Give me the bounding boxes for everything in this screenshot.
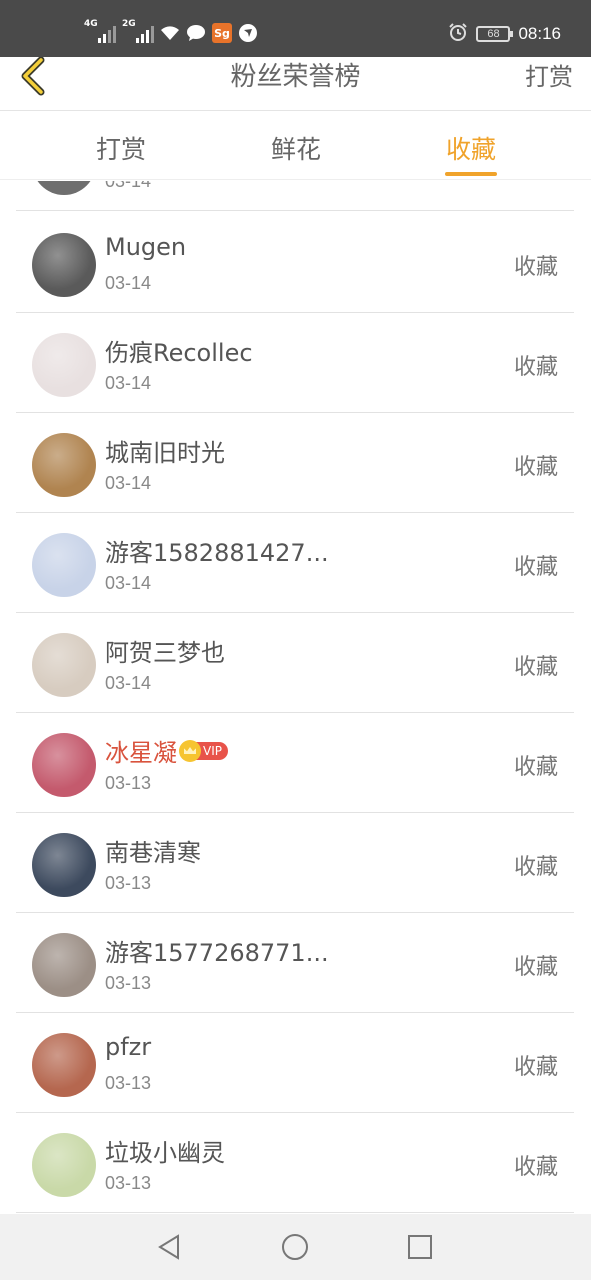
fan-list[interactable]: 03-14 Mugen 03-14 收藏 伤痕Recollec 03-14 收藏 城南旧时光… xyxy=(0,181,591,1214)
user-name-text: Mugen xyxy=(105,233,187,261)
item-action-label: 收藏 xyxy=(513,455,558,480)
user-name[interactable]: 阿贺三梦也 xyxy=(105,633,225,668)
item-action-label: 收藏 xyxy=(513,955,558,980)
nav-home-button[interactable] xyxy=(280,1232,310,1262)
signal-icon-2: 2G xyxy=(122,19,154,43)
list-item[interactable]: 冰星凝 VIP 03-13 收藏 xyxy=(16,713,574,813)
nav-back-button[interactable] xyxy=(154,1232,184,1262)
user-name-text: pfzr xyxy=(105,1033,152,1061)
item-action-label: 收藏 xyxy=(513,855,558,880)
avatar[interactable] xyxy=(32,733,96,797)
list-item[interactable]: pfzr 03-13 收藏 xyxy=(16,1013,574,1113)
item-date: 03-13 xyxy=(105,1073,152,1093)
user-name[interactable]: 游客1582881427... xyxy=(105,533,329,568)
list-item[interactable]: 阿贺三梦也 03-14 收藏 xyxy=(16,613,574,713)
item-date: 03-14 xyxy=(105,673,152,693)
user-name-text: 阿贺三梦也 xyxy=(105,639,225,667)
alarm-icon xyxy=(448,22,468,47)
item-date: 03-13 xyxy=(105,1173,152,1193)
list-item[interactable]: 游客1577268771... 03-13 收藏 xyxy=(16,913,574,1013)
avatar[interactable] xyxy=(32,833,96,897)
list-item[interactable]: Mugen 03-14 收藏 xyxy=(16,213,574,313)
list-item[interactable]: 游客1582881427... 03-14 收藏 xyxy=(16,513,574,613)
signal-label-2: 2G xyxy=(122,19,136,29)
item-action-label: 收藏 xyxy=(513,255,558,280)
back-triangle-icon xyxy=(158,1234,179,1260)
recents-square-icon xyxy=(408,1235,432,1259)
item-date: 03-14 xyxy=(105,473,152,493)
list-item[interactable]: 03-14 xyxy=(16,181,574,211)
avatar[interactable] xyxy=(32,1133,96,1197)
avatar[interactable] xyxy=(32,233,96,297)
tab-flowers[interactable]: 鲜花 xyxy=(270,130,322,170)
item-date: 03-13 xyxy=(105,973,152,993)
item-action-label: 收藏 xyxy=(513,1155,558,1180)
message-icon xyxy=(186,23,206,43)
signal-icon: 4G xyxy=(84,19,116,43)
signal-label: 4G xyxy=(84,19,98,29)
user-name[interactable]: pfzr xyxy=(105,1033,151,1061)
item-date: 03-14 xyxy=(105,181,152,191)
user-name-text: 冰星凝 xyxy=(105,739,177,767)
item-date: 03-14 xyxy=(105,273,152,293)
user-name-text: 游客1577268771... xyxy=(105,939,329,967)
status-bar: 4G 2G Sg 68 08:16 xyxy=(0,0,591,57)
list-item[interactable]: 南巷清寒 03-13 收藏 xyxy=(16,813,574,913)
active-tab-indicator xyxy=(445,172,497,176)
user-name[interactable]: 垃圾小幽灵 xyxy=(105,1133,225,1168)
list-item[interactable]: 垃圾小幽灵 03-13 收藏 xyxy=(16,1113,574,1213)
crown-icon xyxy=(179,740,201,762)
nav-recents-button[interactable] xyxy=(405,1232,435,1262)
item-action-label: 收藏 xyxy=(513,655,558,680)
top-bar: 粉丝荣誉榜 打赏 xyxy=(0,57,591,111)
reward-button[interactable]: 打赏 xyxy=(525,57,573,97)
avatar[interactable] xyxy=(32,633,96,697)
home-circle-icon xyxy=(282,1234,308,1260)
tab-reward[interactable]: 打赏 xyxy=(95,130,147,170)
user-name[interactable]: 冰星凝 VIP xyxy=(105,733,228,768)
item-date: 03-13 xyxy=(105,773,152,793)
item-action-label: 收藏 xyxy=(513,1055,558,1080)
tab-bar: 打赏 鲜花 收藏 xyxy=(0,112,591,180)
item-action-label: 收藏 xyxy=(513,755,558,780)
tab-label: 打赏 xyxy=(95,135,146,164)
tab-label: 收藏 xyxy=(445,135,496,164)
user-name[interactable]: 南巷清寒 xyxy=(105,833,201,868)
list-item[interactable]: 城南旧时光 03-14 收藏 xyxy=(16,413,574,513)
page-title: 粉丝荣誉榜 xyxy=(230,62,361,92)
location-icon xyxy=(238,23,258,43)
item-date: 03-14 xyxy=(105,573,152,593)
user-name-text: 游客1582881427... xyxy=(105,539,329,567)
tab-favorites[interactable]: 收藏 xyxy=(445,130,497,176)
app-notification-icon: Sg xyxy=(212,23,232,43)
battery-icon: 68 xyxy=(476,26,514,42)
user-name-text: 伤痕Recollec xyxy=(105,339,253,367)
avatar[interactable] xyxy=(32,933,96,997)
user-name-text: 城南旧时光 xyxy=(105,439,225,467)
user-name-text: 垃圾小幽灵 xyxy=(105,1139,225,1167)
item-date: 03-13 xyxy=(105,873,152,893)
user-name[interactable]: Mugen xyxy=(105,233,186,261)
avatar[interactable] xyxy=(32,433,96,497)
status-time: 08:16 xyxy=(518,24,561,43)
user-name[interactable]: 伤痕Recollec xyxy=(105,333,253,368)
avatar xyxy=(32,181,96,195)
avatar[interactable] xyxy=(32,533,96,597)
status-icons-left: 4G 2G Sg xyxy=(84,18,258,48)
avatar[interactable] xyxy=(32,1033,96,1097)
tab-label: 鲜花 xyxy=(270,135,321,164)
avatar[interactable] xyxy=(32,333,96,397)
wifi-icon xyxy=(160,23,180,43)
system-nav-bar xyxy=(0,1214,591,1280)
user-name-text: 南巷清寒 xyxy=(105,839,201,867)
item-date: 03-14 xyxy=(105,373,152,393)
item-action-label: 收藏 xyxy=(513,355,558,380)
status-icons-right: 68 08:16 xyxy=(448,20,561,48)
item-action-label: 收藏 xyxy=(513,555,558,580)
vip-badge: VIP xyxy=(179,740,228,762)
user-name[interactable]: 游客1577268771... xyxy=(105,933,329,968)
list-item[interactable]: 伤痕Recollec 03-14 收藏 xyxy=(16,313,574,413)
user-name[interactable]: 城南旧时光 xyxy=(105,433,225,468)
